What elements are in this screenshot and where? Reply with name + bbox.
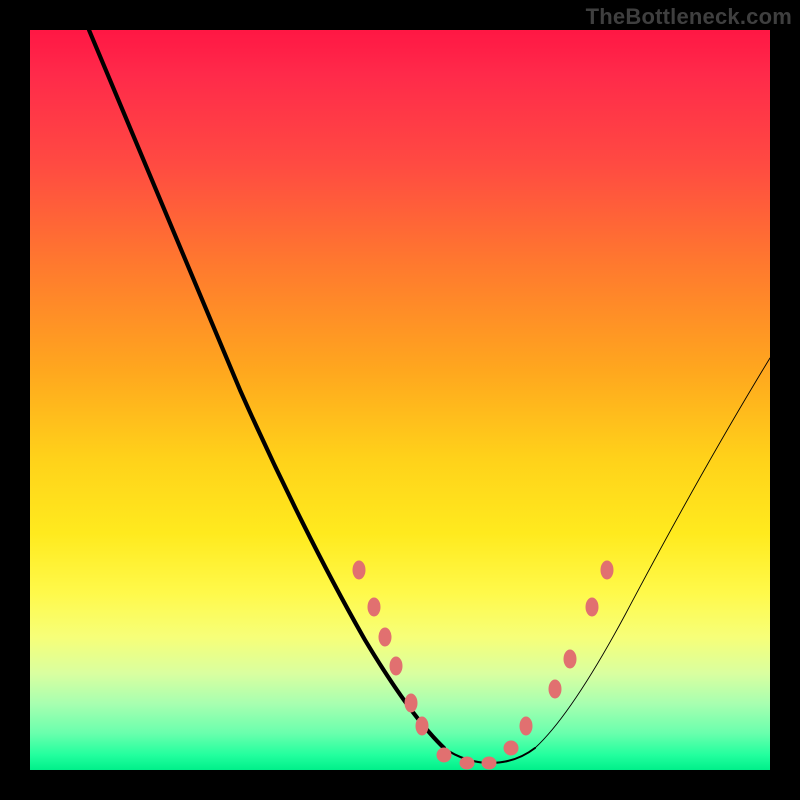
plot-area <box>30 30 770 770</box>
curve-right-arm <box>535 358 770 748</box>
marker-dot <box>564 650 576 668</box>
curve-svg <box>30 30 770 770</box>
marker-dot <box>390 657 402 675</box>
marker-dot <box>482 757 496 769</box>
marker-dot <box>416 717 428 735</box>
marker-dot <box>379 628 391 646</box>
marker-dot <box>353 561 365 579</box>
marker-dot <box>586 598 598 616</box>
marker-dot <box>368 598 380 616</box>
marker-group <box>353 561 613 769</box>
marker-dot <box>460 757 474 769</box>
marker-dot <box>405 694 417 712</box>
marker-dot <box>437 748 451 762</box>
marker-dot <box>601 561 613 579</box>
chart-frame: TheBottleneck.com <box>0 0 800 800</box>
marker-dot <box>504 741 518 755</box>
marker-dot <box>520 717 532 735</box>
watermark-text: TheBottleneck.com <box>586 4 792 30</box>
marker-dot <box>549 680 561 698</box>
